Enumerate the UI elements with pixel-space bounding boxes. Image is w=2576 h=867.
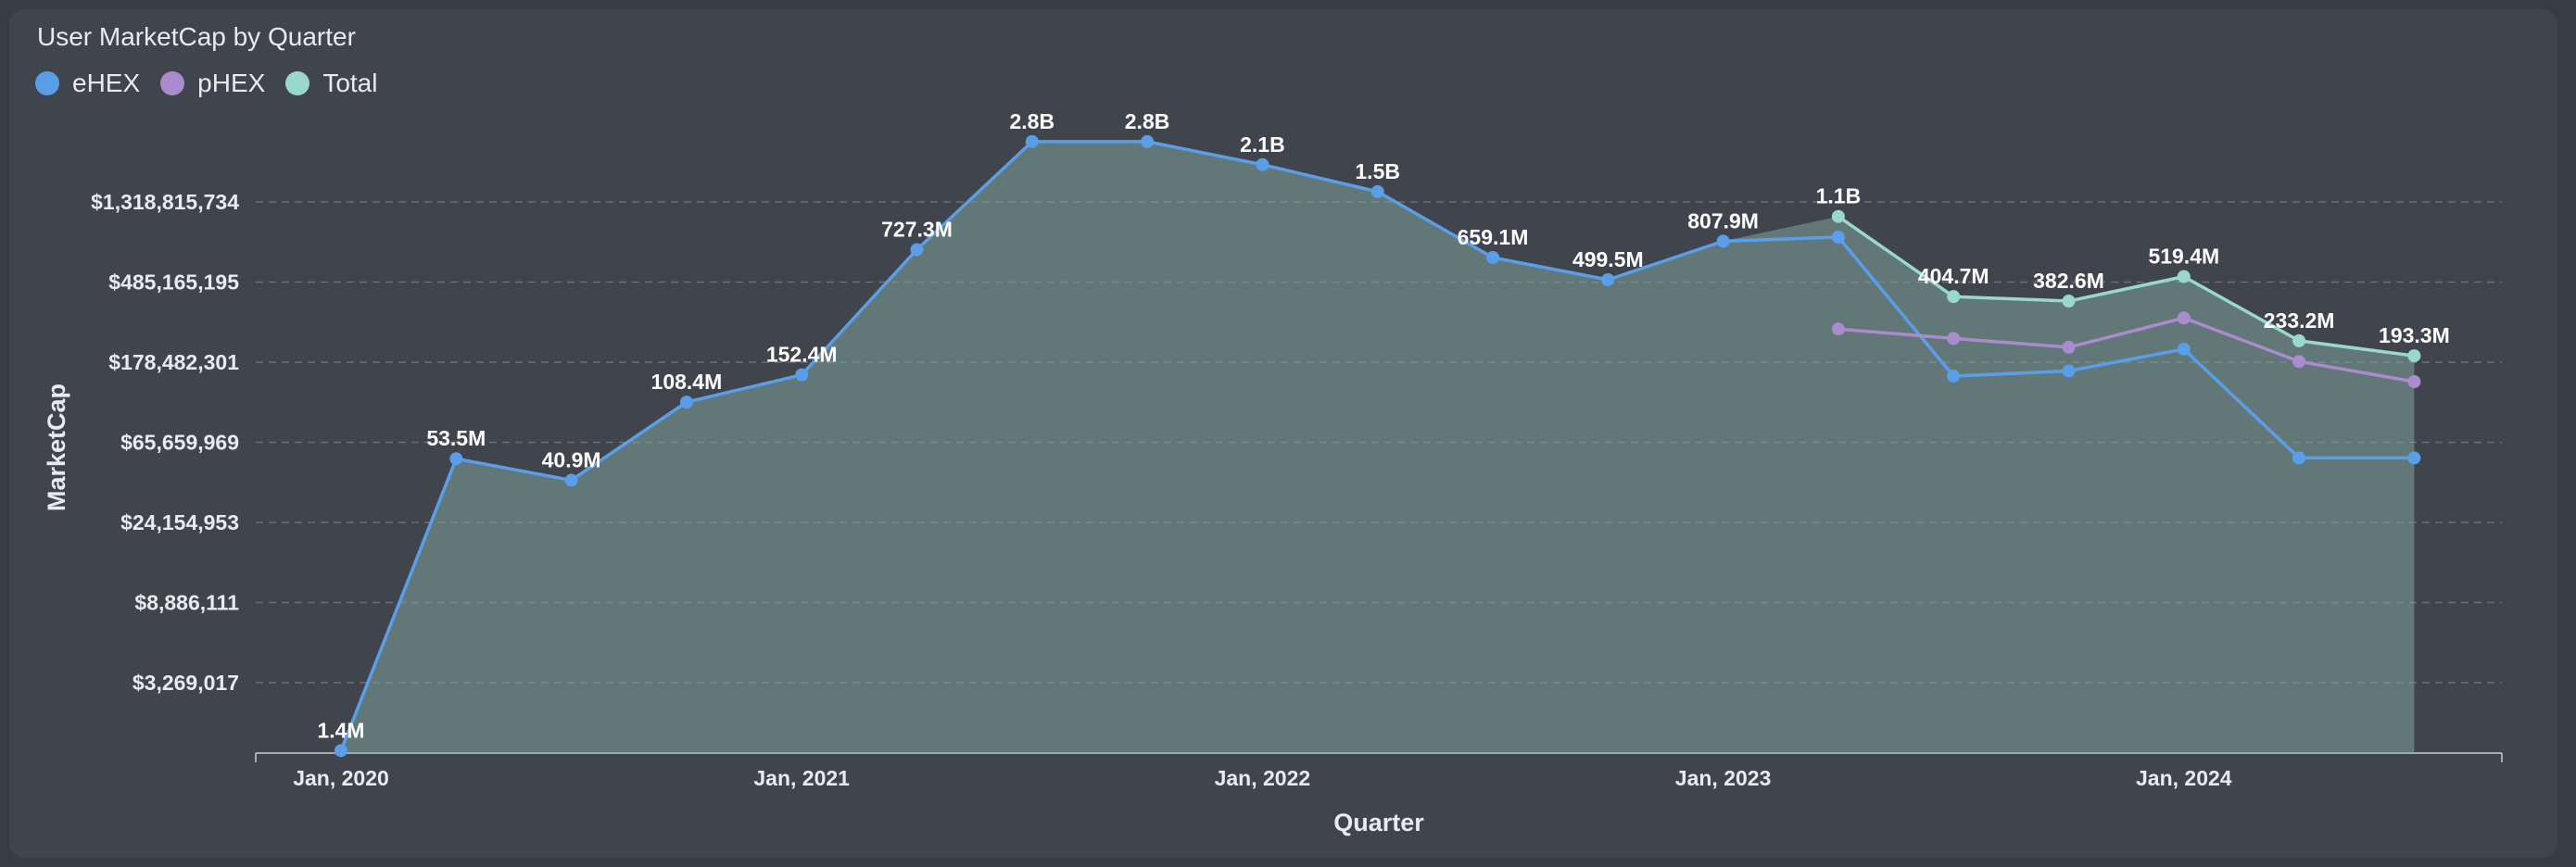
data-label: 499.5M [1572,247,1644,271]
data-point-ehex [1486,250,1499,264]
data-point-phex [1947,332,1961,346]
data-label: 659.1M [1458,225,1529,249]
data-label: 807.9M [1687,208,1759,232]
data-point-ehex [2062,364,2076,378]
data-label: 382.6M [2033,269,2104,293]
y-axis-title: MarketCap [43,383,70,511]
data-point-total [1831,209,1845,223]
data-label: 2.8B [1010,109,1055,133]
data-point-ehex [2177,342,2191,356]
x-tick-label: Jan, 2023 [1675,766,1772,790]
x-tick-label: Jan, 2021 [753,766,850,790]
data-point-ehex [1831,230,1845,244]
data-label: 2.1B [1240,132,1285,157]
data-point-ehex [910,243,924,257]
data-label: 193.3M [2379,323,2450,347]
data-point-phex [2292,355,2306,369]
data-point-ehex [679,396,693,409]
data-point-ehex [1141,134,1155,148]
data-label: 1.1B [1816,184,1862,208]
data-label: 40.9M [542,447,601,471]
data-point-phex [2407,375,2421,389]
data-point-ehex [795,368,809,382]
data-point-phex [1831,322,1845,336]
data-label: 1.5B [1355,159,1400,183]
data-label: 1.4M [317,718,364,742]
data-point-ehex [1256,157,1269,171]
chart-plot: $3,269,017 $8,886,111 $24,154,953 $65,659,9… [43,109,2503,836]
x-tick-label: Jan, 2022 [1215,766,1311,790]
y-tick-label: $178,482,301 [108,350,239,374]
y-tick-label: $3,269,017 [133,671,239,695]
data-point-ehex [1601,272,1615,286]
data-point-ehex [2292,451,2306,465]
data-point-total [2292,333,2306,347]
data-point-total [2062,295,2076,308]
data-point-ehex [1370,184,1384,198]
x-axis-title: Quarter [1333,809,1424,836]
data-point-phex [2062,340,2076,354]
area-fill [341,141,2415,753]
data-point-total [1947,290,1961,304]
x-tick-label: Jan, 2020 [293,766,389,790]
data-point-ehex [1025,134,1039,148]
y-tick-label: $24,154,953 [120,510,239,534]
data-label: 519.4M [2148,245,2219,269]
data-point-ehex [1716,234,1730,248]
data-label: 108.4M [651,370,723,394]
y-tick-label: $65,659,969 [120,431,239,455]
data-point-total [2407,349,2421,363]
data-label: 2.8B [1125,109,1170,133]
data-label: 152.4M [766,343,838,367]
y-tick-label: $485,165,195 [108,270,239,295]
data-point-ehex [449,452,463,466]
data-point-ehex [1947,370,1961,383]
data-label: 404.7M [1918,264,1989,288]
data-point-phex [2177,311,2191,325]
data-point-total [2177,270,2191,283]
data-label: 233.2M [2264,308,2335,333]
data-label: 53.5M [426,426,486,450]
data-point-ehex [335,744,347,758]
data-point-ehex [2407,451,2421,465]
y-tick-label: $8,886,111 [134,591,239,615]
x-tick-label: Jan, 2024 [2136,766,2232,790]
y-tick-label: $1,318,815,734 [91,190,239,214]
data-label: 727.3M [881,217,953,241]
data-point-ehex [564,473,578,487]
